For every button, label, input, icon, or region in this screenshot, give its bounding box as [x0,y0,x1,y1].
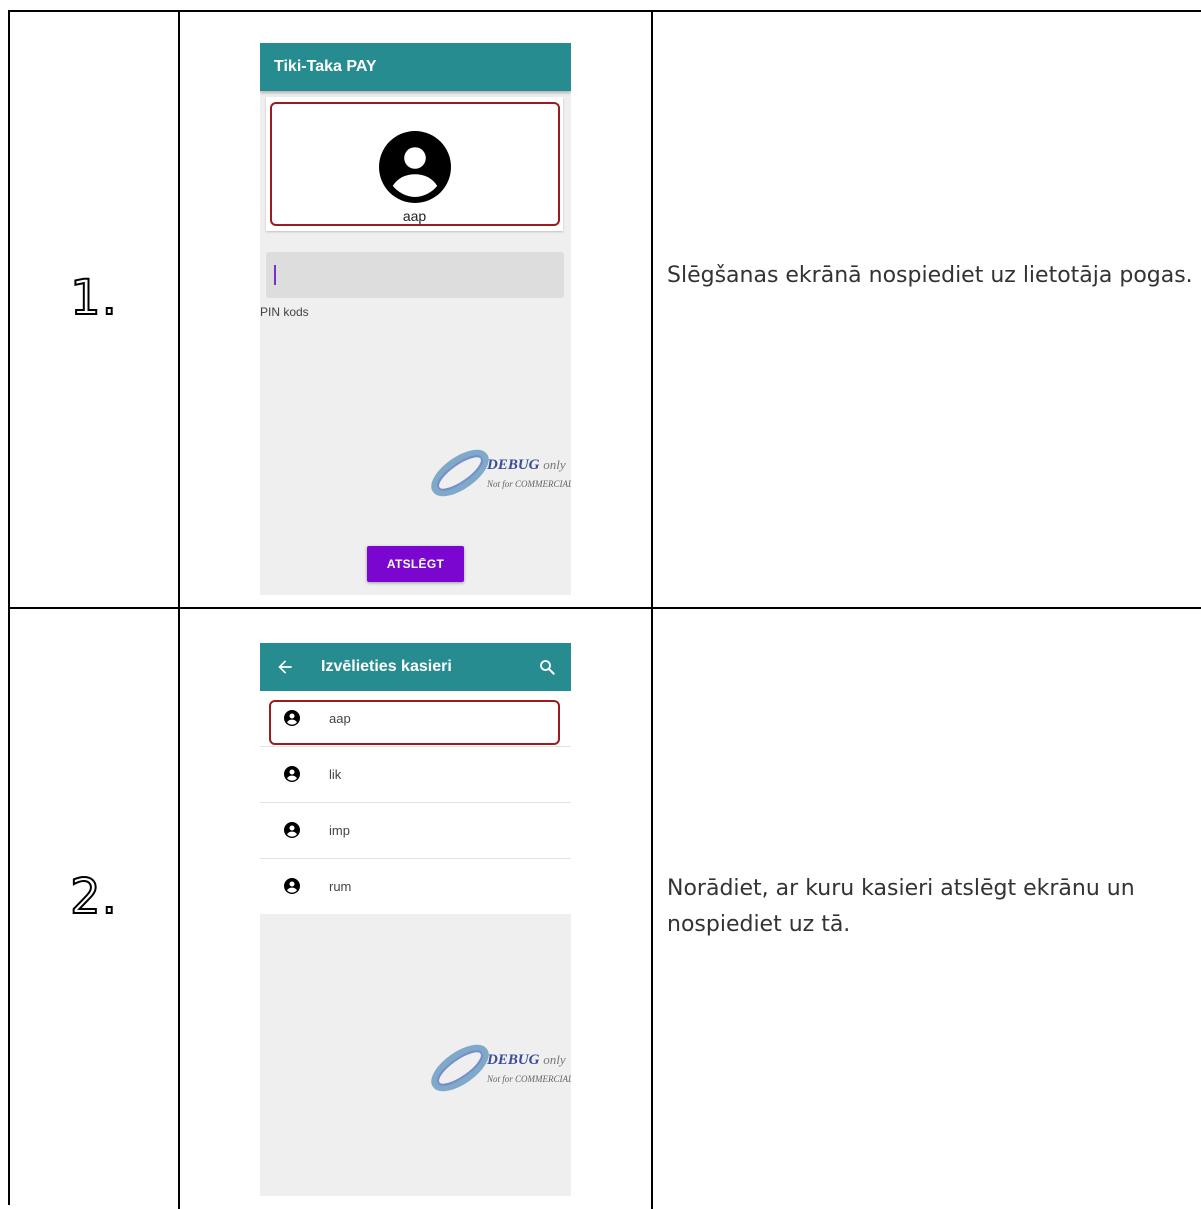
app-bar: Tiki-Taka PAY [260,43,571,91]
debug-logo-icon [431,449,489,497]
cashier-name: lik [329,767,342,782]
highlight-box [269,700,560,745]
cashier-name: rum [329,879,352,894]
watermark-word: DEBUG [487,1052,540,1068]
watermark-suffix: only [543,457,566,472]
watermark-suffix: only [543,1052,566,1067]
account-circle-icon [284,766,300,782]
step-number-cell: 2. [10,609,180,1209]
account-circle-icon [284,878,300,894]
pin-input[interactable] [266,252,564,298]
step-row-2: 2. Izvēlieties kasieri aap lik imp rum D… [10,609,1201,1209]
watermark-word: DEBUG [487,457,540,473]
cashier-select-screen: Izvēlieties kasieri aap lik imp rum DEBU… [260,643,571,1196]
step-description: Slēgšanas ekrānā nospiediet uz lietotāja… [667,263,1193,288]
lock-screen: Tiki-Taka PAY aap PIN kods DEBUG only No… [260,43,571,595]
unlock-button[interactable]: ATSLĒGT [367,546,464,582]
cashier-list-item[interactable]: rum [260,859,571,914]
account-circle-icon [284,822,300,838]
arrow-back-icon[interactable] [275,657,295,677]
step-number: 1. [69,269,118,327]
step-number: 2. [69,868,118,926]
search-icon[interactable] [538,658,556,676]
app-bar: Izvēlieties kasieri [260,643,571,691]
instruction-table: 1. Tiki-Taka PAY aap PIN kods DEBUG only… [8,10,1201,1209]
step-description: Norādiet, ar kuru kasieri atslēgt ekrānu… [667,876,1135,937]
screenshot-cell: Tiki-Taka PAY aap PIN kods DEBUG only No… [180,12,653,607]
watermark-subtext: Not for COMMERCIAL [487,479,571,489]
description-cell: Slēgšanas ekrānā nospiediet uz lietotāja… [653,12,1201,607]
step-row-1: 1. Tiki-Taka PAY aap PIN kods DEBUG only… [10,12,1201,609]
description-cell: Norādiet, ar kuru kasieri atslēgt ekrānu… [653,609,1201,1209]
cashier-list-item[interactable]: imp [260,803,571,859]
text-caret [274,265,276,285]
debug-watermark: DEBUG only Not for COMMERCIAL [429,1040,571,1100]
step-number-cell: 1. [10,12,180,607]
app-title: Tiki-Taka PAY [274,58,377,75]
pin-label: PIN kods [260,305,309,319]
debug-logo-icon [431,1044,489,1092]
debug-watermark: DEBUG only Not for COMMERCIAL [429,445,571,505]
watermark-subtext: Not for COMMERCIAL [487,1074,571,1084]
cashier-name: imp [329,823,350,838]
cashier-list-item[interactable]: lik [260,747,571,803]
screenshot-cell: Izvēlieties kasieri aap lik imp rum DEBU… [180,609,653,1209]
app-title: Izvēlieties kasieri [321,658,452,675]
highlight-box [270,102,560,226]
